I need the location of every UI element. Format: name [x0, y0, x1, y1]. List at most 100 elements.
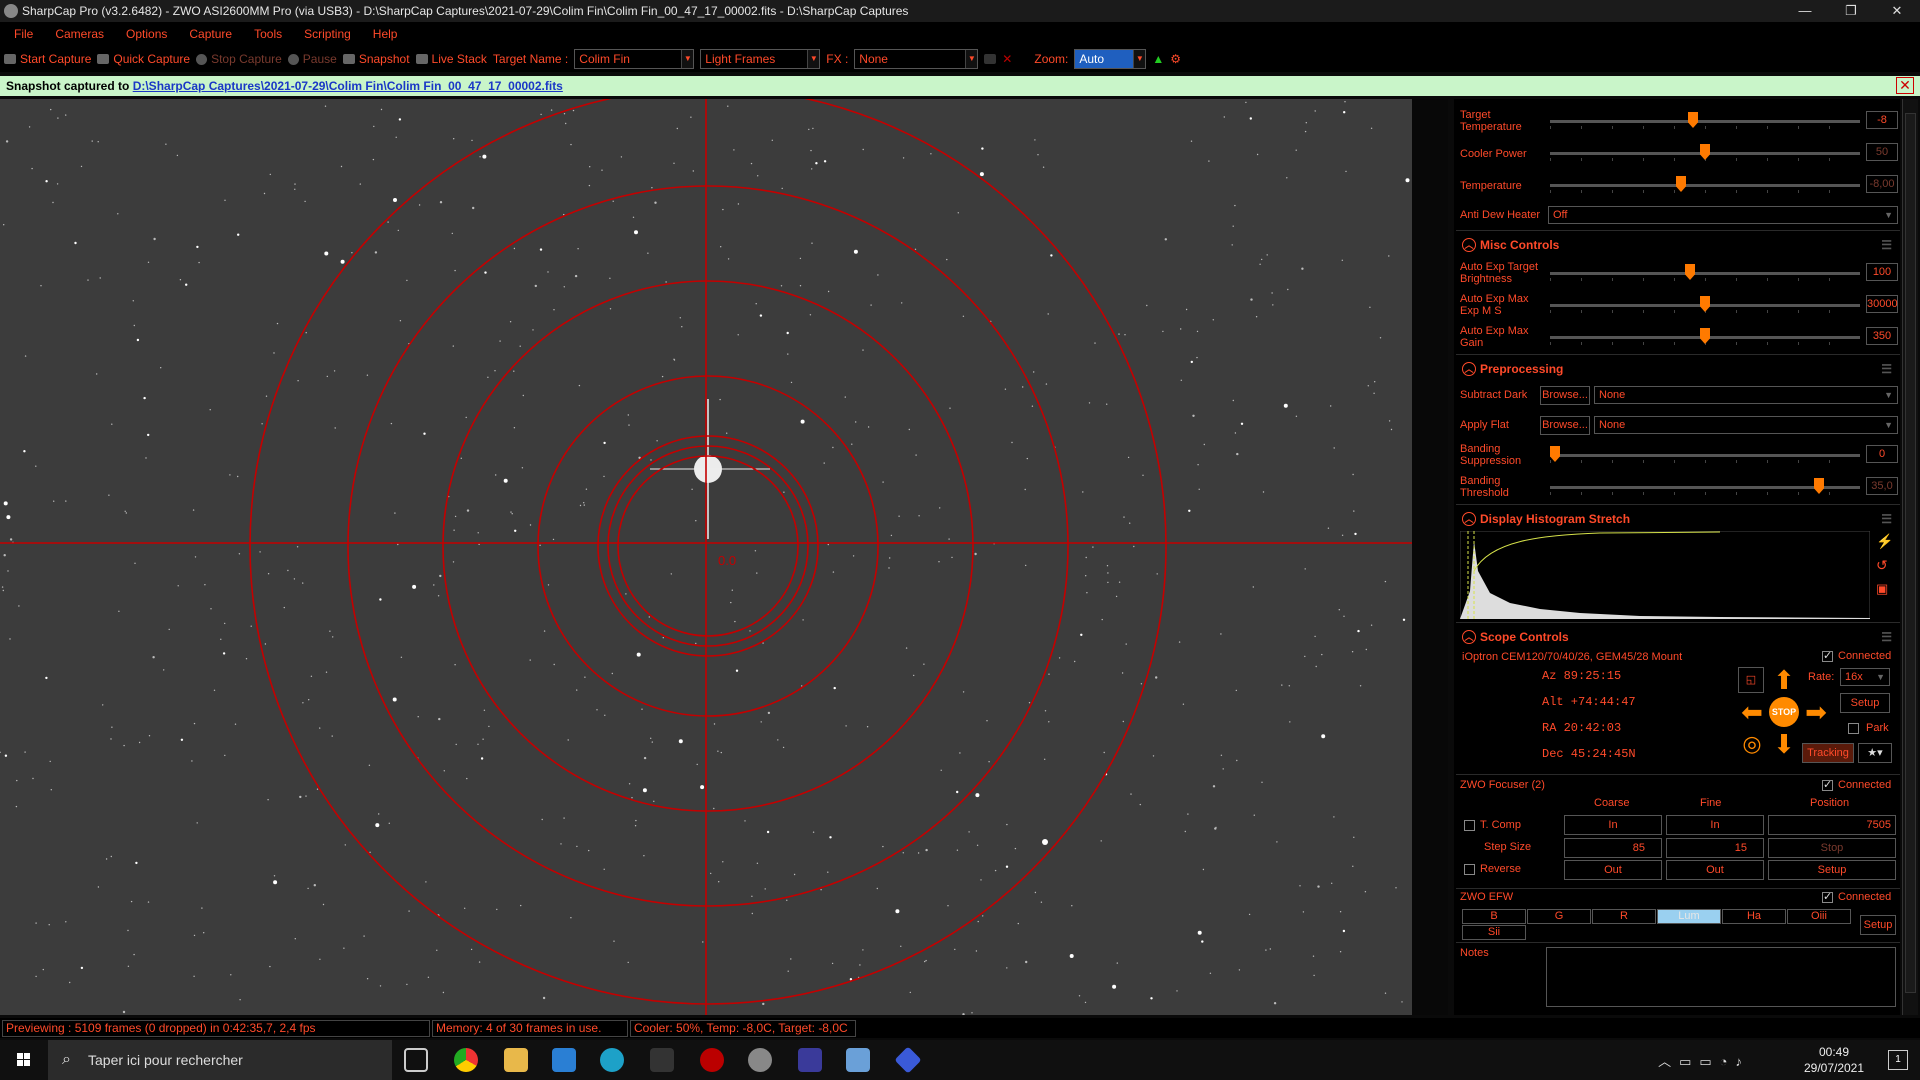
fx-combo[interactable]: None ▼ [854, 49, 979, 69]
filter-ha-button[interactable]: Ha [1722, 909, 1786, 924]
live-stack-button[interactable]: Live Stack [415, 52, 487, 66]
minimize-button[interactable]: — [1782, 0, 1828, 22]
app-red-icon[interactable] [700, 1048, 724, 1072]
close-window-button[interactable]: ✕ [1874, 0, 1920, 22]
coarse-step-input[interactable]: 85 [1564, 838, 1662, 858]
filter-lum-button[interactable]: Lum [1657, 909, 1721, 924]
histogram-icon[interactable]: ▲ [1152, 52, 1164, 66]
move-west-button[interactable]: ⬅ [1738, 699, 1766, 727]
stellarium-icon[interactable] [798, 1048, 822, 1072]
scrollbar-thumb[interactable] [1905, 113, 1916, 993]
rate-dropdown[interactable]: 16x ▼ [1840, 668, 1890, 686]
cube-app-icon[interactable] [894, 1046, 922, 1074]
collapse-icon[interactable]: ︿ [1462, 238, 1476, 252]
position-value[interactable]: 7505 [1768, 815, 1896, 835]
lightning-icon[interactable]: ⚡ [1876, 533, 1893, 550]
quick-capture-button[interactable]: Quick Capture [97, 52, 190, 66]
menu-capture[interactable]: Capture [189, 27, 232, 41]
menu-tools[interactable]: Tools [254, 27, 282, 41]
efw-setup-button[interactable]: Setup [1860, 915, 1896, 935]
filter-r-button[interactable]: R [1592, 909, 1656, 924]
fine-out-button[interactable]: Out [1666, 860, 1764, 880]
filter-g-button[interactable]: G [1527, 909, 1591, 924]
efw-connected-checkbox[interactable] [1822, 890, 1833, 903]
overlay-icon[interactable] [984, 54, 997, 64]
menu-file[interactable]: File [14, 27, 33, 41]
filter-oiii-button[interactable]: Oiii [1787, 909, 1851, 924]
focuser-setup-button[interactable]: Setup [1768, 860, 1896, 880]
pause-button[interactable]: Pause [287, 52, 337, 66]
slider-track[interactable] [1550, 120, 1860, 123]
slider-track[interactable] [1550, 486, 1860, 489]
chrome-icon[interactable] [454, 1048, 478, 1072]
frame-type-combo[interactable]: Light Frames ▼ [700, 49, 821, 69]
scope-connected-checkbox[interactable] [1822, 649, 1833, 662]
system-tray-icons[interactable]: ︿▭▭◔♪ [1658, 1051, 1750, 1070]
tcomp-checkbox[interactable] [1464, 820, 1475, 831]
auto-exp-target-value[interactable]: 100 [1866, 263, 1898, 281]
start-capture-button[interactable]: Start Capture [4, 52, 91, 66]
target-icon[interactable]: ◎ [1738, 731, 1766, 759]
close-icon[interactable]: ✕ [1896, 77, 1914, 94]
reset-icon[interactable]: ↺ [1876, 557, 1888, 574]
edge-icon[interactable] [600, 1048, 624, 1072]
anti-dew-heater-dropdown[interactable]: Off ▼ [1548, 206, 1898, 224]
camera-preview[interactable]: 0.0 [0, 99, 1412, 1015]
settings-icon[interactable]: ⚙ [1170, 52, 1181, 66]
notification-center-icon[interactable]: 1 [1888, 1050, 1908, 1070]
move-north-button[interactable]: ⬆ [1770, 667, 1798, 695]
menu-icon[interactable]: ☰ [1881, 235, 1892, 255]
reverse-checkbox[interactable] [1464, 864, 1475, 875]
reticle-icon[interactable]: ✕ [1002, 52, 1012, 66]
stop-capture-button[interactable]: Stop Capture [196, 52, 282, 66]
focuser-connected-checkbox[interactable] [1822, 778, 1833, 791]
browse-flat-button[interactable]: Browse... [1540, 416, 1590, 435]
target-temperature-value[interactable]: -8 [1866, 111, 1898, 129]
save-icon[interactable]: ▣ [1876, 581, 1888, 597]
filter-b-button[interactable]: B [1462, 909, 1526, 924]
maximize-button[interactable]: ❐ [1828, 0, 1874, 22]
scope-setup-button[interactable]: Setup [1840, 693, 1890, 713]
flat-frame-dropdown[interactable]: None ▼ [1594, 416, 1898, 434]
fine-in-button[interactable]: In [1666, 815, 1764, 835]
snapshot-button[interactable]: Snapshot [342, 52, 410, 66]
browse-dark-button[interactable]: Browse... [1540, 386, 1590, 405]
histogram-header[interactable]: ︿ Display Histogram Stretch ☰ [1456, 509, 1900, 529]
scope-controls-header[interactable]: ︿ Scope Controls ☰ [1456, 627, 1900, 647]
move-south-button[interactable]: ⬇ [1770, 731, 1798, 759]
preprocessing-header[interactable]: ︿ Preprocessing ☰ [1456, 359, 1900, 379]
taskbar-clock[interactable]: 00:49 29/07/2021 [1794, 1044, 1874, 1076]
menu-help[interactable]: Help [373, 27, 398, 41]
mail-icon[interactable] [552, 1048, 576, 1072]
coarse-in-button[interactable]: In [1564, 815, 1662, 835]
histogram-plot[interactable] [1460, 531, 1870, 619]
menu-icon[interactable]: ☰ [1881, 359, 1892, 379]
menu-scripting[interactable]: Scripting [304, 27, 351, 41]
banding-threshold-value[interactable]: 35,0 [1866, 477, 1898, 495]
panel-scrollbar[interactable] [1902, 99, 1918, 1015]
zoom-combo[interactable]: Auto ▼ [1074, 49, 1147, 69]
move-east-button[interactable]: ➡ [1802, 699, 1830, 727]
fine-step-input[interactable]: 15 [1666, 838, 1764, 858]
file-explorer-icon[interactable] [504, 1048, 528, 1072]
auto-exp-max-exp-value[interactable]: 30000 [1866, 295, 1898, 313]
menu-options[interactable]: Options [126, 27, 167, 41]
task-view-icon[interactable] [404, 1048, 428, 1072]
menu-icon[interactable]: ☰ [1881, 509, 1892, 529]
misc-controls-header[interactable]: ︿ Misc Controls ☰ [1456, 235, 1900, 255]
sharpcap-taskbar-icon[interactable] [748, 1048, 772, 1072]
collapse-icon[interactable]: ︿ [1462, 512, 1476, 526]
collapse-icon[interactable]: ︿ [1462, 362, 1476, 376]
dark-frame-dropdown[interactable]: None ▼ [1594, 386, 1898, 404]
menu-icon[interactable]: ☰ [1881, 627, 1892, 647]
windows-start-icon[interactable] [0, 1040, 48, 1080]
slider-track[interactable] [1550, 272, 1860, 275]
image-app-icon[interactable] [846, 1048, 870, 1072]
menu-cameras[interactable]: Cameras [55, 27, 104, 41]
taskbar-search-box[interactable]: ⌕ Taper ici pour rechercher [48, 1040, 392, 1080]
notes-textarea[interactable] [1546, 947, 1896, 1007]
sync-icon[interactable]: ◱ [1738, 667, 1764, 693]
star-icon[interactable]: ★▾ [1858, 743, 1892, 763]
stop-mount-button[interactable]: STOP [1769, 697, 1799, 727]
snapshot-path-link[interactable]: D:\SharpCap Captures\2021-07-29\Colim Fi… [133, 79, 563, 93]
